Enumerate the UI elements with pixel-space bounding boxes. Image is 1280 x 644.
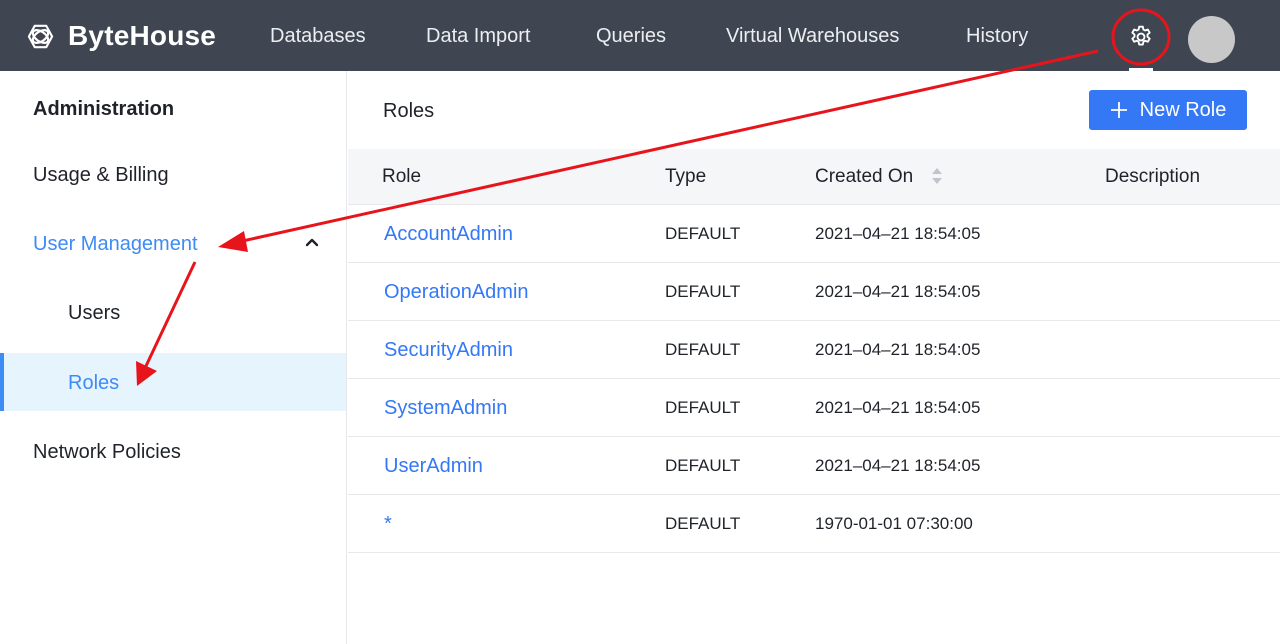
sidebar-item-label: Network Policies (33, 441, 181, 463)
sidebar-item-user-management[interactable]: User Management (0, 232, 346, 256)
table-row: AccountAdmin DEFAULT 2021–04–21 18:54:05 (348, 205, 1280, 263)
sidebar-item-label: Usage & Billing (33, 164, 169, 186)
column-header-role: Role (382, 166, 422, 187)
user-avatar[interactable] (1188, 16, 1235, 63)
sidebar-item-label: Users (68, 302, 121, 324)
brand-name: ByteHouse (68, 20, 217, 51)
sidebar-heading-administration: Administration (0, 97, 346, 121)
main-content: Roles New Role Role Type Created On Desc… (348, 71, 1280, 644)
bytehouse-logo-icon (27, 24, 54, 48)
new-role-label: New Role (1139, 98, 1227, 121)
sidebar-heading-label: Administration (33, 98, 175, 120)
role-created-on: 2021–04–21 18:54:05 (815, 340, 981, 359)
table-header: Role Type Created On Description (348, 149, 1280, 205)
brand[interactable]: ByteHouse (26, 19, 216, 53)
role-type: DEFAULT (665, 340, 741, 359)
nav-queries[interactable]: Queries (596, 24, 666, 48)
sidebar: Administration Usage & Billing User Mana… (0, 71, 347, 644)
sidebar-item-roles[interactable]: Roles (0, 371, 346, 395)
sidebar-item-label: Roles (68, 372, 120, 394)
sort-icon[interactable] (931, 165, 943, 187)
role-link[interactable]: OperationAdmin (384, 280, 529, 304)
column-header-description: Description (1105, 166, 1201, 187)
role-link[interactable]: * (384, 512, 392, 536)
table-row: SecurityAdmin DEFAULT 2021–04–21 18:54:0… (348, 321, 1280, 379)
table-row: OperationAdmin DEFAULT 2021–04–21 18:54:… (348, 263, 1280, 321)
role-created-on: 2021–04–21 18:54:05 (815, 456, 981, 475)
sidebar-item-label: User Management (33, 233, 198, 255)
role-type: DEFAULT (665, 398, 741, 417)
sidebar-item-users[interactable]: Users (0, 301, 346, 325)
role-created-on: 2021–04–21 18:54:05 (815, 282, 981, 301)
role-type: DEFAULT (665, 514, 741, 533)
gear-icon (1131, 25, 1151, 46)
role-link[interactable]: UserAdmin (384, 454, 483, 478)
page-title: Roles (383, 100, 435, 122)
table-row: SystemAdmin DEFAULT 2021–04–21 18:54:05 (348, 379, 1280, 437)
sidebar-item-usage-billing[interactable]: Usage & Billing (0, 163, 346, 187)
chevron-up-icon[interactable] (304, 234, 320, 250)
role-created-on: 2021–04–21 18:54:05 (815, 398, 981, 417)
role-type: DEFAULT (665, 224, 741, 243)
role-type: DEFAULT (665, 282, 741, 301)
nav-databases[interactable]: Databases (270, 24, 366, 48)
nav-history[interactable]: History (966, 24, 1028, 48)
nav-virtual-warehouses[interactable]: Virtual Warehouses (726, 24, 899, 48)
new-role-button[interactable]: New Role (1089, 90, 1247, 130)
table-row: * DEFAULT 1970-01-01 07:30:00 (348, 495, 1280, 553)
role-link[interactable]: SecurityAdmin (384, 338, 513, 362)
role-created-on: 2021–04–21 18:54:05 (815, 224, 981, 243)
role-type: DEFAULT (665, 456, 741, 475)
role-link[interactable]: SystemAdmin (384, 396, 507, 420)
role-created-on: 1970-01-01 07:30:00 (815, 514, 973, 533)
plus-icon (1110, 102, 1127, 118)
top-nav-bar: ByteHouse Databases Data Import Queries … (0, 0, 1280, 71)
column-header-created-on[interactable]: Created On (815, 166, 913, 188)
role-link[interactable]: AccountAdmin (384, 222, 513, 246)
settings-button[interactable] (1122, 18, 1160, 56)
table-row: UserAdmin DEFAULT 2021–04–21 18:54:05 (348, 437, 1280, 495)
nav-data-import[interactable]: Data Import (426, 24, 530, 48)
column-header-type: Type (665, 166, 707, 187)
sidebar-item-network-policies[interactable]: Network Policies (0, 440, 346, 464)
